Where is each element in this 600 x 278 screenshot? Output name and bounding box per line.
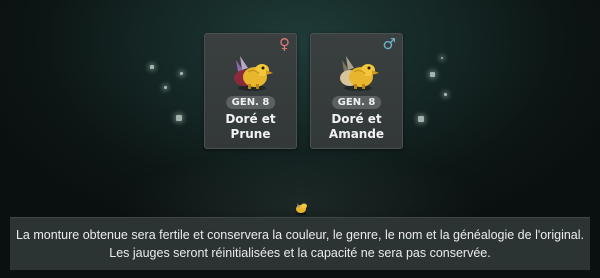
sparkle-decoration: [430, 72, 435, 77]
offspring-mount-icon: [295, 203, 307, 216]
parent-card-female[interactable]: ♀ GEN. 8 Doré et Prune: [204, 33, 297, 149]
generation-badge: GEN. 8: [331, 96, 382, 109]
sparkle-decoration: [176, 115, 182, 121]
sparkle-decoration: [180, 72, 183, 75]
mount-name-line1: Doré et: [331, 112, 382, 126]
dragoturkey-mount-icon: [234, 56, 273, 91]
mount-name: Doré et Amande: [311, 112, 402, 142]
mount-name-line1: Doré et: [225, 112, 276, 126]
sparkle-decoration: [164, 86, 167, 89]
dragoturkey-mount-icon: [340, 56, 379, 91]
mount-name-line2: Amande: [328, 127, 385, 141]
sparkle-decoration: [441, 57, 443, 59]
mount-name: Doré et Prune: [205, 112, 296, 142]
male-icon: ♂: [382, 35, 396, 53]
info-line-2: Les jauges seront réinitialisées et la c…: [109, 246, 491, 260]
female-icon: ♀: [279, 35, 290, 53]
info-line-1: La monture obtenue sera fertile et conse…: [15, 228, 585, 242]
generation-badge: GEN. 8: [225, 96, 276, 109]
parent-card-male[interactable]: ♂ GEN. 8 Doré et Amande: [310, 33, 403, 149]
sparkle-decoration: [150, 65, 154, 69]
mount-name-line2: Prune: [230, 127, 271, 141]
sparkle-decoration: [418, 116, 424, 122]
info-message: La monture obtenue sera fertile et conse…: [10, 217, 590, 270]
sparkle-decoration: [444, 93, 447, 96]
